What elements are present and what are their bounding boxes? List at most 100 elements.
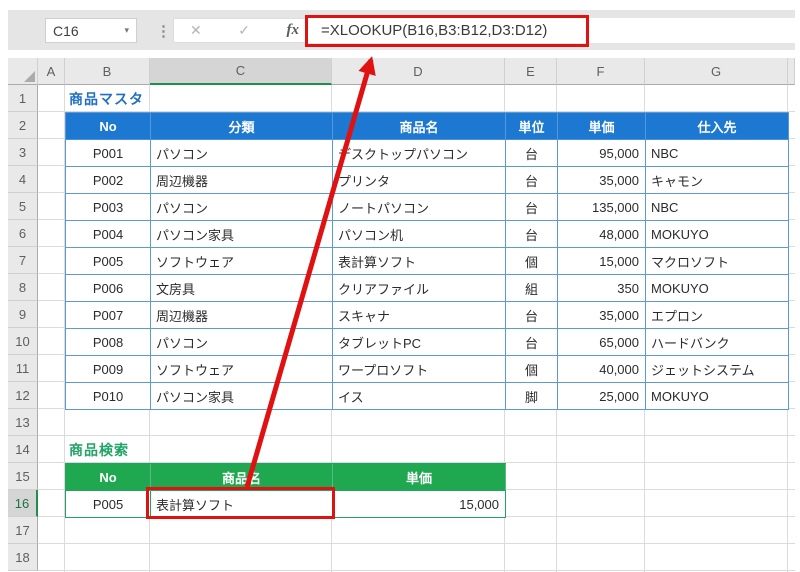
search-header-price[interactable]: 単価 [333,464,506,491]
column-header-D[interactable]: D [332,58,505,85]
cell-no[interactable]: P009 [66,356,151,383]
cell-unit[interactable]: 組 [506,275,558,302]
cell-name[interactable]: タブレットPC [333,329,506,356]
name-box-dropdown-icon[interactable]: ▾ [124,25,129,36]
row-header-3[interactable]: 3 [8,139,38,166]
cell-name[interactable]: プリンタ [333,167,506,194]
row-header-6[interactable]: 6 [8,220,38,247]
cell-price[interactable]: 15,000 [558,248,646,275]
cell-supplier[interactable]: ジェットシステム [646,356,789,383]
cell-unit[interactable]: 個 [506,248,558,275]
cell-no[interactable]: P003 [66,194,151,221]
cell-supplier[interactable]: MOKUYO [646,221,789,248]
cell-category[interactable]: 文房具 [151,275,333,302]
row-header-4[interactable]: 4 [8,166,38,193]
enter-icon[interactable]: ✓ [238,22,250,39]
cell-unit[interactable]: 台 [506,140,558,167]
cell-name[interactable]: クリアファイル [333,275,506,302]
cell-name[interactable]: ノートパソコン [333,194,506,221]
row-header-10[interactable]: 10 [8,328,38,355]
cell-category[interactable]: パソコン家具 [151,221,333,248]
search-header-no[interactable]: No [66,464,151,491]
column-header-G[interactable]: G [645,58,788,85]
column-header-C[interactable]: C [150,58,332,85]
master-table-title[interactable]: 商品マスタ [69,85,144,112]
cell-name[interactable]: 表計算ソフト [333,248,506,275]
cell-no[interactable]: P006 [66,275,151,302]
row-header-17[interactable]: 17 [8,517,38,544]
row-header-11[interactable]: 11 [8,355,38,382]
cell-price[interactable]: 25,000 [558,383,646,410]
cell-supplier[interactable]: NBC [646,194,789,221]
cell-unit[interactable]: 台 [506,302,558,329]
cell-price[interactable]: 35,000 [558,302,646,329]
cell-category[interactable]: 周辺機器 [151,167,333,194]
master-header-price[interactable]: 単価 [558,113,646,140]
cell-unit[interactable]: 台 [506,194,558,221]
row-header-9[interactable]: 9 [8,301,38,328]
cell-name[interactable]: デスクトップパソコン [333,140,506,167]
cell-no[interactable]: P001 [66,140,151,167]
cell-supplier[interactable]: ハードバンク [646,329,789,356]
row-header-12[interactable]: 12 [8,382,38,409]
cell-price[interactable]: 48,000 [558,221,646,248]
master-header-supplier[interactable]: 仕入先 [646,113,789,140]
cell-unit[interactable]: 台 [506,167,558,194]
cell-no[interactable]: P010 [66,383,151,410]
cell-price[interactable]: 65,000 [558,329,646,356]
cell-supplier[interactable]: MOKUYO [646,275,789,302]
row-header-14[interactable]: 14 [8,436,38,463]
column-header-A[interactable]: A [38,58,65,85]
cell-no[interactable]: P002 [66,167,151,194]
cell-category[interactable]: パソコン [151,140,333,167]
cell-price[interactable]: 40,000 [558,356,646,383]
cell-supplier[interactable]: MOKUYO [646,383,789,410]
cell-supplier[interactable]: マクロソフト [646,248,789,275]
cell-category[interactable]: パソコン家具 [151,383,333,410]
master-header-no[interactable]: No [66,113,151,140]
cell-no[interactable]: P004 [66,221,151,248]
cell-b16-no[interactable]: P005 [66,491,151,518]
cell-category[interactable]: ソフトウェア [151,356,333,383]
column-header-E[interactable]: E [505,58,557,85]
row-header-15[interactable]: 15 [8,463,38,490]
cell-no[interactable]: P007 [66,302,151,329]
cell-unit[interactable]: 台 [506,329,558,356]
search-table-title[interactable]: 商品検索 [69,436,129,463]
master-header-name[interactable]: 商品名 [333,113,506,140]
row-header-7[interactable]: 7 [8,247,38,274]
cell-name[interactable]: イス [333,383,506,410]
cell-no[interactable]: P005 [66,248,151,275]
cell-price[interactable]: 35,000 [558,167,646,194]
cell-no[interactable]: P008 [66,329,151,356]
cell-unit[interactable]: 脚 [506,383,558,410]
row-header-13[interactable]: 13 [8,409,38,436]
name-box[interactable]: C16 ▾ [45,18,137,43]
row-header-5[interactable]: 5 [8,193,38,220]
row-header-18[interactable]: 18 [8,544,38,571]
column-header-B[interactable]: B [65,58,150,85]
cell-price[interactable]: 95,000 [558,140,646,167]
insert-function-icon[interactable]: fx [287,22,300,39]
row-header-8[interactable]: 8 [8,274,38,301]
cell-unit[interactable]: 個 [506,356,558,383]
cell-name[interactable]: パソコン机 [333,221,506,248]
column-header-F[interactable]: F [557,58,645,85]
row-header-1[interactable]: 1 [8,85,38,112]
row-header-16-selected[interactable]: 16 [8,490,38,517]
cell-supplier[interactable]: キャモン [646,167,789,194]
cell-name[interactable]: ワープロソフト [333,356,506,383]
cell-name[interactable]: スキャナ [333,302,506,329]
cell-category[interactable]: ソフトウェア [151,248,333,275]
cell-supplier[interactable]: NBC [646,140,789,167]
cell-d16-price[interactable]: 15,000 [333,491,506,518]
cell-supplier[interactable]: エプロン [646,302,789,329]
cancel-icon[interactable]: ✕ [190,22,202,39]
cell-price[interactable]: 350 [558,275,646,302]
cell-category[interactable]: 周辺機器 [151,302,333,329]
cell-category[interactable]: パソコン [151,194,333,221]
master-header-unit[interactable]: 単位 [506,113,558,140]
cell-category[interactable]: パソコン [151,329,333,356]
master-header-category[interactable]: 分類 [151,113,333,140]
select-all-button[interactable] [8,58,38,85]
